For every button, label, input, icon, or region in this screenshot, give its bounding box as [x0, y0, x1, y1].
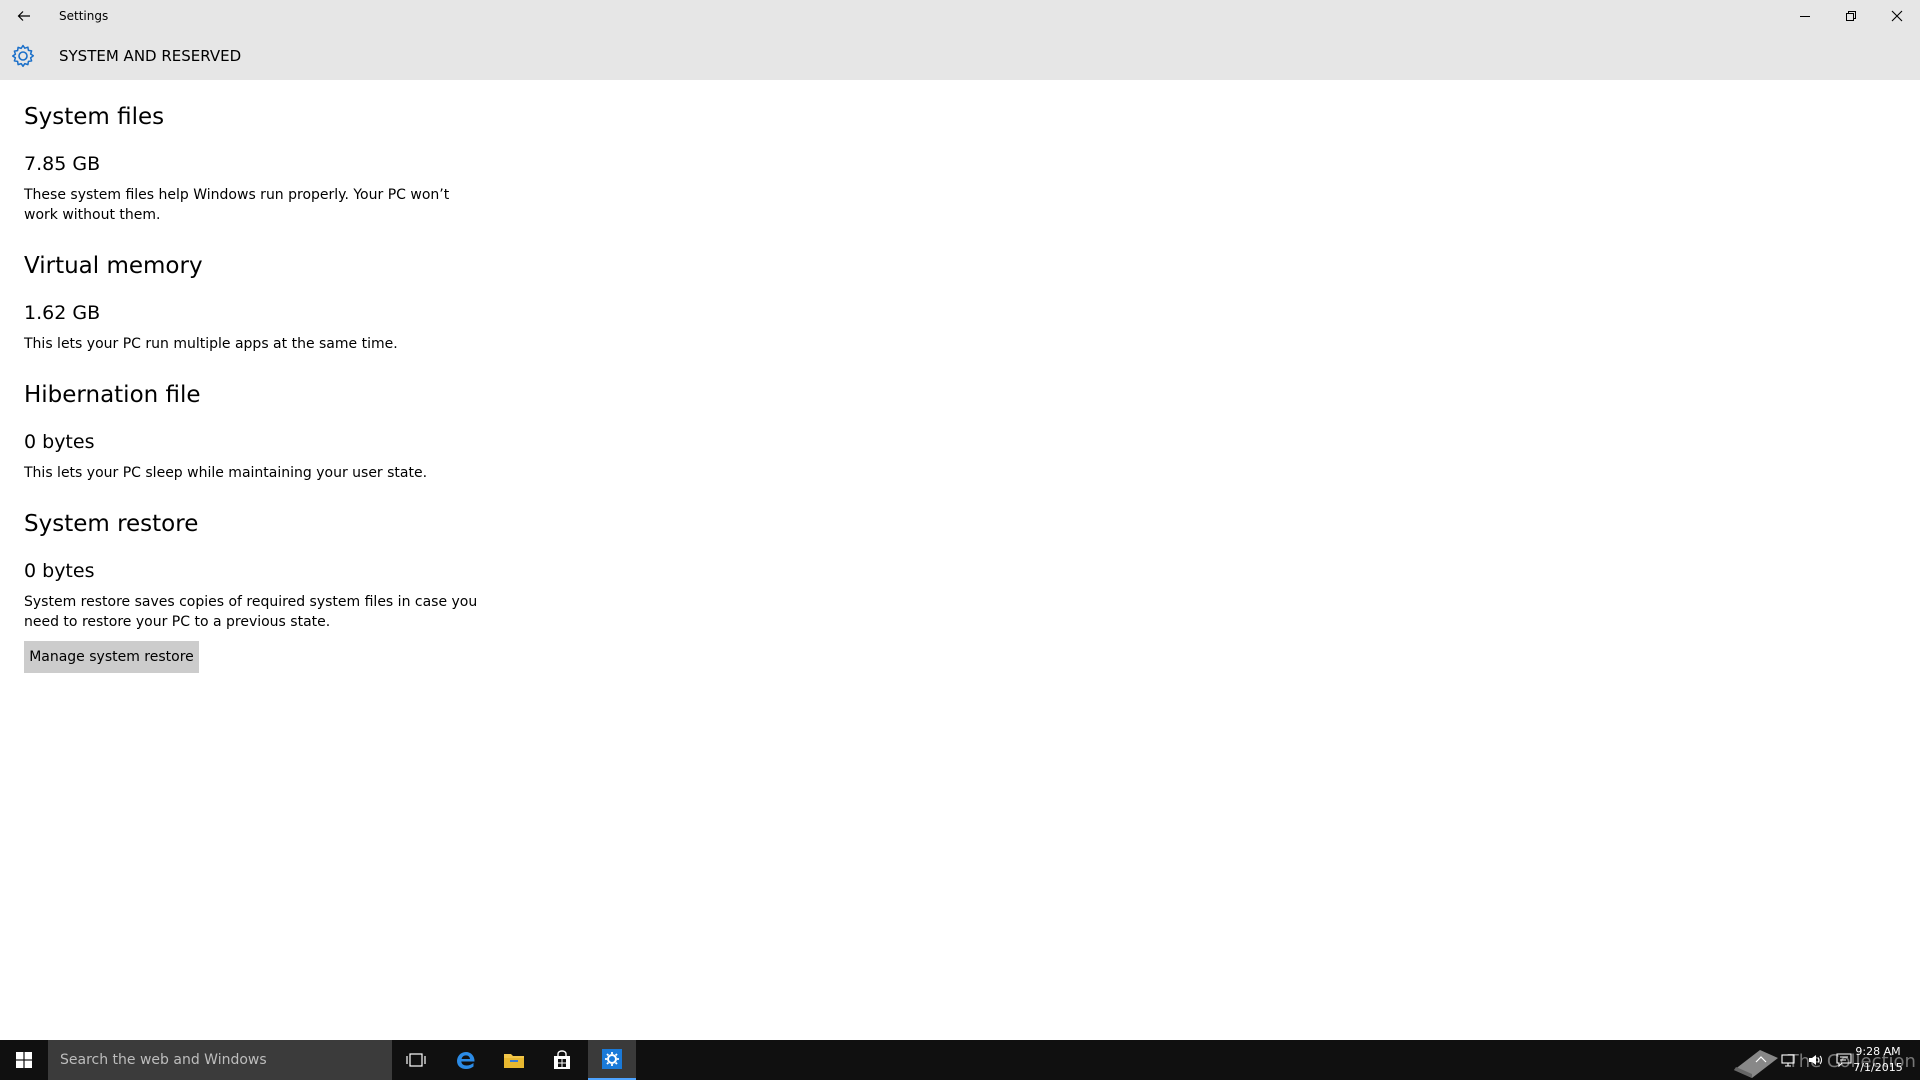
desc-system-restore: System restore saves copies of required …: [24, 594, 478, 630]
minimize-button[interactable]: [1782, 0, 1828, 32]
size-hibernation-file: 0 bytes: [24, 431, 95, 453]
app-title: Settings: [59, 9, 109, 23]
edge-icon: [457, 1052, 475, 1069]
network-icon[interactable]: [1780, 1053, 1796, 1067]
page-header: SYSTEM AND RESERVED: [0, 32, 1920, 80]
restore-button[interactable]: [1828, 0, 1874, 32]
clock[interactable]: 9:28 AM 7/1/2015: [1848, 1044, 1908, 1076]
back-button[interactable]: [0, 0, 48, 32]
back-arrow-icon: [17, 11, 30, 21]
volume-icon[interactable]: [1808, 1053, 1824, 1067]
windows-logo-icon: [16, 1052, 32, 1068]
desc-system-files: These system files help Windows run prop…: [24, 187, 450, 223]
minimize-icon: [1800, 16, 1810, 17]
section-title-system-restore: System restore: [24, 511, 199, 537]
manage-system-restore-button[interactable]: Manage system restore: [24, 641, 199, 673]
section-title-system-files: System files: [24, 104, 165, 130]
size-virtual-memory: 1.62 GB: [24, 302, 101, 324]
gear-icon: [11, 44, 35, 68]
section-title-hibernation-file: Hibernation file: [24, 382, 201, 408]
file-explorer-icon: [504, 1054, 524, 1068]
close-icon: [1891, 10, 1903, 22]
section-title-virtual-memory: Virtual memory: [24, 253, 203, 279]
close-button[interactable]: [1874, 0, 1920, 32]
taskbar: Search the web and Windows The Collectio…: [0, 1040, 1920, 1080]
title-bar: Settings: [0, 0, 1920, 32]
clock-date: 7/1/2015: [1853, 1061, 1903, 1074]
size-system-files: 7.85 GB: [24, 153, 101, 175]
size-system-restore: 0 bytes: [24, 560, 95, 582]
settings-icon: [602, 1049, 622, 1069]
system-tray: [1748, 1040, 1858, 1080]
desc-virtual-memory: This lets your PC run multiple apps at t…: [24, 336, 398, 352]
chevron-up-icon[interactable]: [1754, 1053, 1768, 1067]
file-explorer-button[interactable]: [490, 1040, 538, 1080]
edge-button[interactable]: [442, 1040, 490, 1080]
desc-hibernation-file: This lets your PC sleep while maintainin…: [24, 465, 428, 481]
task-view-button[interactable]: [392, 1040, 440, 1080]
search-placeholder: Search the web and Windows: [60, 1052, 267, 1068]
restore-icon: [1846, 11, 1856, 21]
search-box[interactable]: Search the web and Windows: [48, 1040, 392, 1080]
clock-time: 9:28 AM: [1855, 1045, 1901, 1058]
start-button[interactable]: [0, 1040, 48, 1080]
page-title: SYSTEM AND RESERVED: [59, 47, 242, 65]
settings-taskbar-button[interactable]: [588, 1040, 636, 1080]
store-button[interactable]: [538, 1040, 586, 1080]
task-view-icon: [406, 1053, 426, 1067]
store-icon: [554, 1050, 570, 1069]
